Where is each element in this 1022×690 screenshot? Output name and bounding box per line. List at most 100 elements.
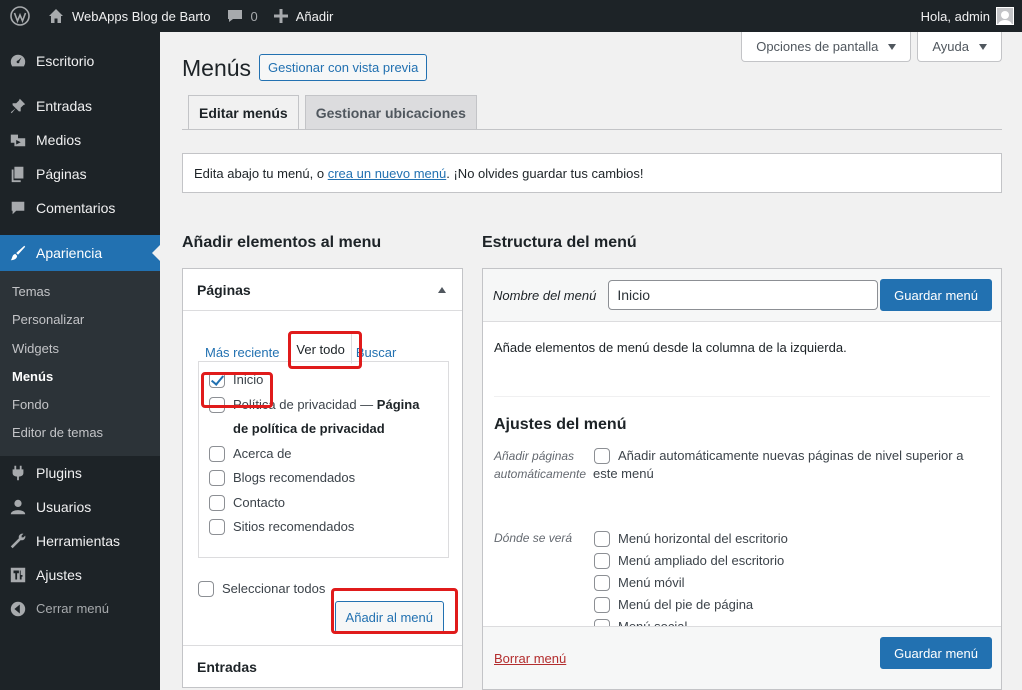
select-all-row[interactable]: Seleccionar todos: [198, 577, 325, 602]
list-item[interactable]: Sitios recomendados: [209, 515, 438, 540]
chevron-down-icon: [888, 43, 897, 50]
sidebar-item-entradas[interactable]: Entradas: [0, 89, 160, 123]
location-checkbox[interactable]: [594, 575, 610, 591]
location-checkbox[interactable]: [594, 597, 610, 613]
chevron-up-icon: [438, 287, 446, 293]
auto-add-options: Añadir automáticamente nuevas páginas de…: [593, 447, 984, 483]
auto-add-row[interactable]: Añadir automáticamente nuevas páginas de…: [594, 447, 984, 465]
highlight-inicio-checkbox: [201, 372, 273, 408]
tools-icon: [8, 531, 28, 551]
submenu-item-fondo[interactable]: Fondo: [0, 391, 160, 419]
notice-box: Edita abajo tu menú, o crea un nuevo men…: [182, 153, 1002, 193]
tab-manage-locations[interactable]: Gestionar ubicaciones: [304, 95, 477, 129]
comment-bubble-icon: [227, 10, 242, 22]
create-new-menu-link[interactable]: crea un nuevo menú: [328, 166, 447, 181]
tab-edit-menus[interactable]: Editar menús: [188, 95, 299, 130]
list-item[interactable]: Acerca de: [209, 442, 438, 467]
submenu-item-temas[interactable]: Temas: [0, 278, 160, 306]
list-item[interactable]: Menú móvil: [594, 572, 788, 594]
media-icon: [8, 130, 28, 150]
menu-name-input[interactable]: Inicio: [608, 280, 879, 310]
admin-bar: WebApps Blog de Barto 0 Añadir Hola, adm…: [0, 0, 1022, 32]
plus-icon: [273, 9, 288, 23]
auto-add-label: Añadir páginas automáticamente: [494, 449, 587, 481]
sidebar-item-paginas[interactable]: Páginas: [0, 157, 160, 191]
sidebar-item-apariencia[interactable]: Apariencia: [0, 235, 160, 271]
sidebar-item-label: Apariencia: [36, 245, 103, 261]
highlight-add-to-menu-button: [331, 588, 458, 634]
checkbox-sitios[interactable]: [209, 519, 225, 535]
divider: [494, 396, 990, 397]
select-all-checkbox[interactable]: [198, 581, 214, 597]
checkbox-acerca[interactable]: [209, 445, 225, 462]
comments-link[interactable]: 0: [219, 0, 266, 32]
sidebar-item-plugins[interactable]: Plugins: [0, 456, 160, 490]
list-item[interactable]: Menú horizontal del escritorio: [594, 528, 788, 550]
location-checkbox[interactable]: [594, 553, 610, 569]
pages-icon: [8, 164, 28, 184]
submenu-item-menus[interactable]: Menús: [0, 363, 160, 391]
new-content-link[interactable]: Añadir: [266, 0, 342, 32]
new-label: Añadir: [295, 8, 334, 24]
menu-structure-box: Nombre del menú Inicio Guardar menú Añad…: [482, 268, 1002, 690]
submenu-item-personalizar[interactable]: Personalizar: [0, 306, 160, 334]
pages-section-toggle[interactable]: Páginas: [183, 269, 462, 311]
list-item[interactable]: Menú ampliado del escritorio: [594, 550, 788, 572]
screen-options-button[interactable]: Opciones de pantalla: [741, 32, 912, 62]
manage-with-preview-button[interactable]: Gestionar con vista previa: [259, 54, 428, 81]
sidebar-item-comentarios[interactable]: Comentarios: [0, 191, 160, 225]
menu-name-bar: Nombre del menú Inicio Guardar menú: [483, 269, 1001, 322]
sidebar-item-label: Entradas: [36, 98, 93, 114]
site-name-link[interactable]: WebApps Blog de Barto: [40, 0, 219, 32]
list-item[interactable]: Blogs recomendados: [209, 466, 438, 491]
plugin-icon: [8, 463, 28, 483]
sidebar-item-herramientas[interactable]: Herramientas: [0, 524, 160, 558]
checkbox-blogs[interactable]: [209, 470, 225, 486]
delete-menu-link[interactable]: Borrar menú: [494, 651, 566, 666]
sidebar-item-label: Páginas: [36, 166, 87, 182]
screen-meta-links: Opciones de pantalla Ayuda: [741, 32, 1002, 62]
highlight-view-all-tab: [288, 331, 362, 369]
sidebar-item-label: Comentarios: [36, 200, 116, 216]
site-name: WebApps Blog de Barto: [72, 8, 211, 24]
sidebar-item-ajustes[interactable]: Ajustes: [0, 558, 160, 592]
page-title: Menús: [182, 55, 252, 81]
menu-structure-heading: Estructura del menú: [482, 234, 637, 251]
wordpress-logo-icon[interactable]: [0, 0, 40, 32]
menu-settings-title: Ajustes del menú: [494, 416, 627, 433]
auto-add-line2: este menú: [593, 466, 654, 481]
users-icon: [8, 497, 28, 517]
sidebar-item-label: Ajustes: [36, 566, 82, 583]
tab-divider: [182, 129, 1002, 130]
brush-icon: [8, 243, 28, 263]
sidebar-item-label: Escritorio: [36, 53, 95, 69]
main-content: Opciones de pantalla Ayuda Menús Gestion…: [160, 32, 1022, 690]
account-menu[interactable]: Hola, admin: [913, 0, 1022, 32]
list-item[interactable]: Contacto: [209, 491, 438, 516]
settings-icon: [8, 565, 28, 585]
chevron-down-icon: [979, 43, 987, 50]
avatar: [996, 7, 1014, 25]
checkbox-contacto[interactable]: [209, 494, 225, 511]
add-items-heading: Añadir elementos al menu: [182, 234, 382, 251]
location-checkbox[interactable]: [594, 531, 610, 547]
dashboard-icon: [8, 51, 28, 71]
help-button[interactable]: Ayuda: [917, 32, 1002, 62]
collapse-menu-button[interactable]: Cerrar menú: [0, 592, 160, 626]
posts-section-toggle[interactable]: Entradas: [183, 645, 462, 687]
save-menu-button-top[interactable]: Guardar menú: [880, 279, 992, 311]
display-locations: Menú horizontal del escritorio Menú ampl…: [594, 528, 788, 638]
list-item[interactable]: Menú del pie de página: [594, 594, 788, 616]
display-location-label: Dónde se verá: [494, 531, 573, 545]
sidebar-item-escritorio[interactable]: Escritorio: [0, 44, 160, 78]
collapse-icon: [8, 599, 28, 619]
submenu-item-editor-temas[interactable]: Editor de temas: [0, 419, 160, 447]
auto-add-checkbox[interactable]: [594, 448, 610, 464]
sidebar-item-label: Usuarios: [36, 498, 92, 515]
sidebar-item-usuarios[interactable]: Usuarios: [0, 490, 160, 524]
submenu-item-widgets[interactable]: Widgets: [0, 335, 160, 363]
admin-sidebar: Escritorio Entradas Medios Páginas Comen…: [0, 32, 160, 690]
sidebar-item-label: Herramientas: [36, 532, 121, 549]
save-menu-button-bottom[interactable]: Guardar menú: [880, 637, 992, 669]
sidebar-item-medios[interactable]: Medios: [0, 123, 160, 157]
